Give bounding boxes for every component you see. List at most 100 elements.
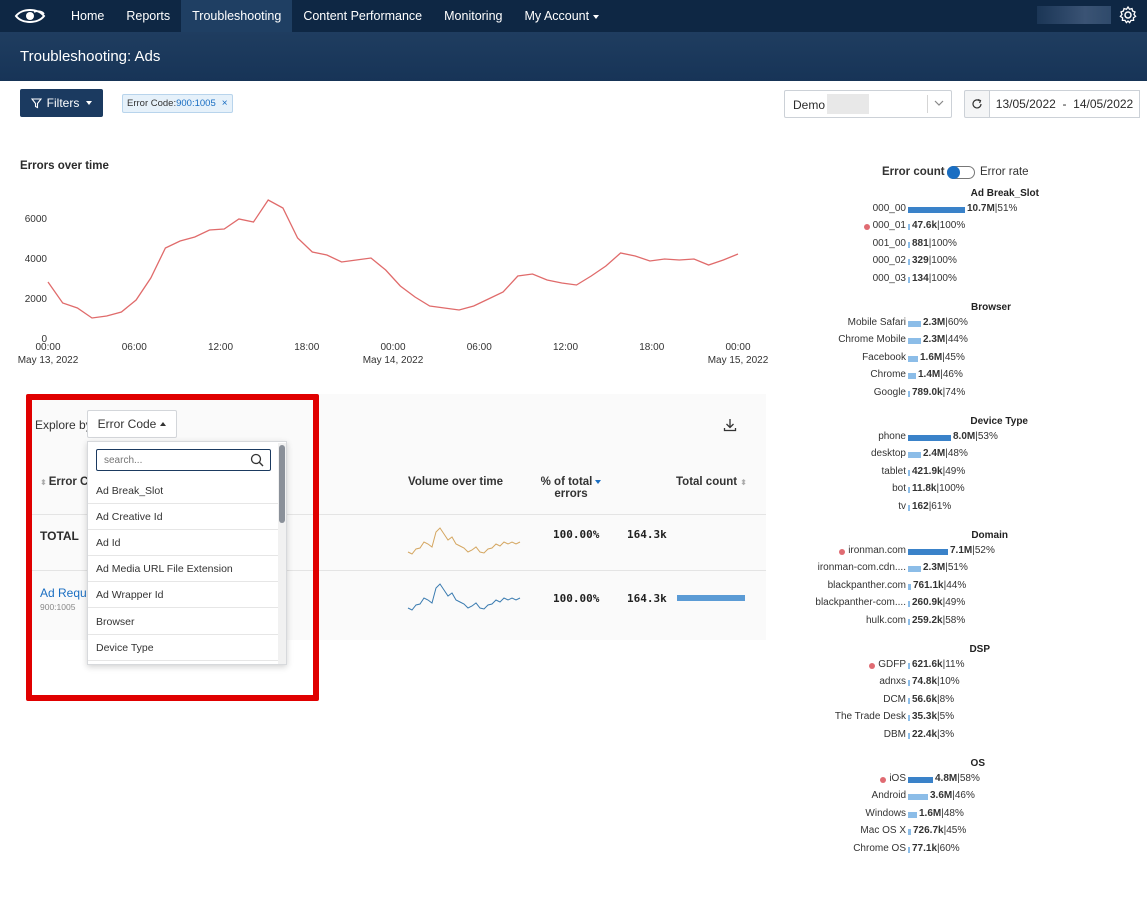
nav-my-account-label: My Account [524, 9, 590, 23]
nav-home[interactable]: Home [60, 0, 115, 32]
breakdown-item-bar [908, 794, 928, 801]
highlight-box [26, 394, 319, 701]
breakdown-item-bar [908, 566, 921, 573]
breakdown-item-label[interactable]: 000_00 [873, 203, 906, 214]
breakdown-item-label[interactable]: Mobile Safari [848, 317, 906, 328]
breakdown-item-label[interactable]: DBM [884, 729, 906, 740]
breakdown-item-label[interactable]: desktop [871, 448, 906, 459]
breakdown-item-value: 259.2k|58% [912, 615, 965, 626]
breakdown-item-label[interactable]: ironman.com [848, 545, 906, 556]
eye-logo-icon[interactable] [0, 0, 60, 32]
breakdown-item-label[interactable]: 001_00 [873, 238, 906, 249]
account-select-redacted [827, 94, 869, 114]
column-header-total-count[interactable]: Total count ⬍ [676, 476, 749, 488]
breakdown-item-label[interactable]: Mac OS X [860, 825, 906, 836]
breakdown-item-bar [908, 487, 910, 494]
breakdown-item-count: 621.6k [912, 659, 943, 670]
breakdown-item-percent: 58% [945, 614, 966, 626]
nav-reports[interactable]: Reports [115, 0, 181, 32]
breakdown-item-value: 726.7k|45% [913, 825, 966, 836]
breakdown-item-bar [908, 390, 910, 397]
filter-chip-error-code[interactable]: Error Code: 900:1005 × [122, 94, 233, 113]
x-date-label: May 15, 2022 [708, 355, 769, 366]
breakdown-item-count: 22.4k [912, 728, 938, 740]
chevron-down-icon [934, 100, 944, 106]
refresh-button[interactable] [964, 90, 990, 118]
y-tick-label: 2000 [25, 294, 48, 305]
x-tick-label: 12:00 [208, 342, 233, 353]
breakdown-item-label[interactable]: iOS [889, 773, 906, 784]
filters-button[interactable]: Filters [20, 89, 103, 117]
breakdown-item-percent: 46% [942, 369, 963, 381]
breakdown-item-label[interactable]: Chrome OS [853, 843, 906, 854]
breakdown-item-label[interactable]: blackpanther-com.... [815, 597, 906, 608]
breakdown-item-count: 761.1k [913, 579, 944, 591]
breakdown-item-label[interactable]: 000_02 [873, 255, 906, 266]
breakdown-item-bar [908, 276, 910, 283]
breakdown-item-percent: 48% [947, 448, 968, 460]
breakdown-item-count: 11.8k [912, 483, 937, 495]
account-select[interactable]: Demo [784, 90, 952, 118]
breakdown-item-label[interactable]: Facebook [862, 352, 906, 363]
error-row-count-bar [677, 595, 745, 601]
download-icon[interactable] [722, 417, 738, 433]
breakdown-item-label[interactable]: adnxs [879, 676, 906, 687]
chart-title: Errors over time [20, 160, 109, 172]
breakdown-item-value: 1.6M|45% [920, 352, 965, 363]
breakdown-item-label[interactable]: hulk.com [866, 615, 906, 626]
breakdown-item-label[interactable]: Google [874, 387, 906, 398]
breakdown-item-label[interactable]: Android [872, 790, 906, 801]
breakdown-item-percent: 11% [945, 659, 965, 670]
breakdown-item-label[interactable]: tablet [882, 466, 906, 477]
x-tick-label: 00:00 [380, 342, 405, 353]
breakdown-item-percent: 3% [939, 728, 955, 740]
breakdown-item-value: 1.6M|48% [919, 808, 964, 819]
y-tick-label: 6000 [25, 214, 48, 225]
nav-monitoring[interactable]: Monitoring [433, 0, 513, 32]
breakdown-item-value: 134|100% [912, 273, 957, 284]
error-metric-toggle[interactable] [947, 166, 975, 179]
error-row-percent: 100.00% [553, 592, 600, 605]
breakdown-item-label[interactable]: GDFP [878, 659, 906, 670]
breakdown-item-count: 35.3k [912, 711, 938, 723]
breakdown-item-bar [908, 452, 921, 459]
breakdown-item-label[interactable]: Windows [865, 808, 906, 819]
nav-my-account[interactable]: My Account [514, 0, 611, 32]
nav-troubleshooting[interactable]: Troubleshooting [181, 0, 293, 32]
breakdown-item-label[interactable]: DCM [883, 694, 906, 705]
breakdown-item-count: 8.0M [953, 431, 976, 442]
column-header-percent-line2: errors [554, 488, 588, 500]
y-tick-label: 4000 [25, 254, 48, 265]
chip-key: Error Code: [127, 98, 177, 109]
breakdown-item-percent: 100% [931, 255, 957, 267]
nav-content-performance[interactable]: Content Performance [292, 0, 433, 32]
breakdown-item-value: 35.3k|5% [912, 711, 954, 722]
breakdown-item-label[interactable]: Chrome [870, 369, 906, 380]
breakdown-item-label[interactable]: ironman-com.cdn.... [818, 562, 906, 573]
breakdown-item-bar [908, 777, 933, 783]
breakdown-item-label[interactable]: The Trade Desk [835, 711, 906, 722]
account-name-redacted[interactable] [1037, 6, 1111, 24]
breakdown-item-percent: 53% [977, 431, 998, 442]
breakdown-item-percent: 51% [947, 562, 968, 574]
date-range-picker[interactable]: 13/05/2022 - 14/05/2022 [989, 90, 1140, 118]
breakdown-item-label[interactable]: 000_03 [873, 273, 906, 284]
breakdown-item-label[interactable]: tv [898, 501, 906, 512]
breakdown-item-bar [908, 680, 910, 687]
breakdown-item-count: 2.3M [923, 334, 946, 346]
close-icon[interactable]: × [222, 98, 228, 109]
breakdown-item-label[interactable]: bot [892, 483, 906, 494]
breakdown-item-count: 10.7M [967, 203, 995, 214]
breakdown-item-label[interactable]: Chrome Mobile [838, 334, 906, 345]
breakdown-item-label[interactable]: phone [878, 431, 906, 442]
column-header-percent[interactable]: % of total errors [537, 476, 605, 500]
date-start: 13/05/2022 [995, 97, 1056, 111]
breakdown-item-label[interactable]: 000_01 [873, 220, 906, 231]
breakdown-item-label[interactable]: blackpanther.com [828, 580, 906, 591]
gear-icon[interactable] [1117, 4, 1139, 26]
funnel-icon [30, 97, 42, 108]
breakdown-item-count: 56.6k [912, 693, 938, 705]
breakdown-item-count: 421.9k [912, 465, 943, 477]
breakdown-item-bar [908, 697, 910, 704]
breakdown-item-bar [908, 355, 918, 362]
